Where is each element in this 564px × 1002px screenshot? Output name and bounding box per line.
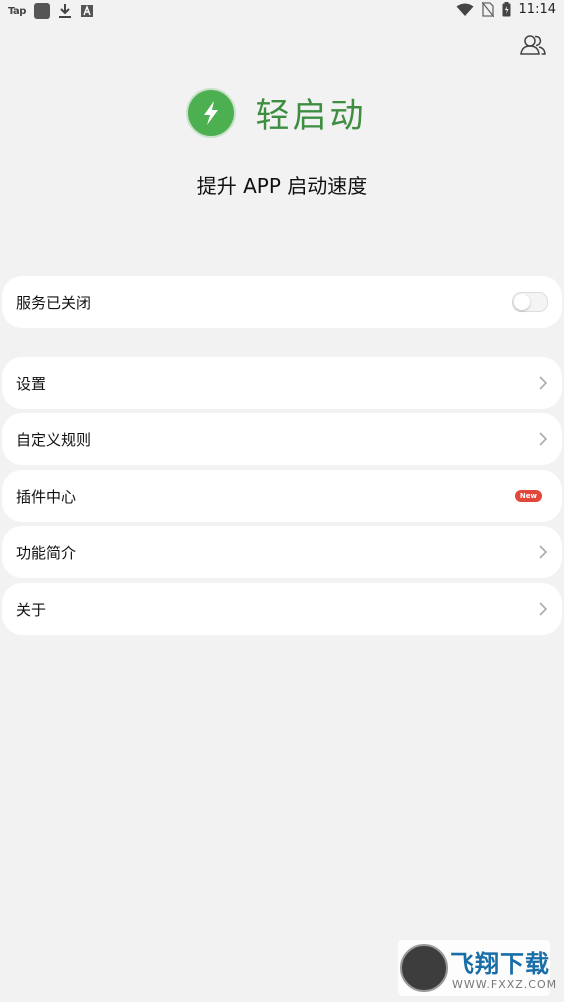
- tap-indicator: Tap: [8, 5, 26, 17]
- menu-item-label: 功能简介: [16, 543, 77, 562]
- download-icon: [58, 4, 71, 18]
- new-badge: New: [514, 490, 542, 502]
- service-status-label: 服务已关闭: [16, 293, 92, 312]
- app-name: 轻启动: [255, 96, 367, 136]
- app-logo: [187, 89, 234, 136]
- menu-item-label: 自定义规则: [16, 430, 92, 449]
- status-bar-left: Tap: [8, 3, 94, 19]
- watermark-brand: 飞翔下载: [450, 950, 550, 978]
- service-toggle-card[interactable]: 服务已关闭: [2, 276, 562, 328]
- app-header: 轻启动: [0, 88, 564, 137]
- menu-item-settings[interactable]: 设置: [2, 357, 562, 409]
- lightning-icon: [203, 100, 218, 125]
- menu-item-label: 插件中心: [16, 487, 77, 506]
- menu-item-features[interactable]: 功能简介: [2, 526, 562, 578]
- toggle-knob: [514, 294, 530, 310]
- menu-item-about[interactable]: 关于: [2, 583, 562, 635]
- menu-item-label: 设置: [16, 374, 47, 393]
- chevron-right-icon: [539, 602, 548, 616]
- watermark-url: WWW.FXXZ.COM: [452, 978, 558, 991]
- watermark-logo-icon: [400, 944, 448, 992]
- wifi-icon: [456, 3, 474, 16]
- users-icon[interactable]: [520, 34, 546, 56]
- battery-icon: [502, 2, 511, 17]
- font-a-icon: [80, 5, 93, 17]
- menu-item-custom-rules[interactable]: 自定义规则: [2, 413, 562, 465]
- watermark: 飞翔下载 WWW.FXXZ.COM: [398, 940, 556, 996]
- chevron-right-icon: [539, 376, 548, 390]
- chevron-right-icon: [539, 545, 548, 559]
- menu-item-plugin-center[interactable]: 插件中心 New: [2, 470, 562, 522]
- notification-square-icon: [33, 3, 50, 19]
- status-time: 11:14: [518, 2, 556, 17]
- status-bar-right: 11:14: [456, 2, 556, 17]
- status-bar: Tap 11:14: [0, 0, 564, 24]
- app-subtitle: 提升 APP 启动速度: [196, 174, 368, 198]
- service-toggle-switch[interactable]: [512, 292, 548, 312]
- no-sim-icon: [481, 2, 494, 17]
- chevron-right-icon: [539, 432, 548, 446]
- menu-item-label: 关于: [16, 600, 47, 619]
